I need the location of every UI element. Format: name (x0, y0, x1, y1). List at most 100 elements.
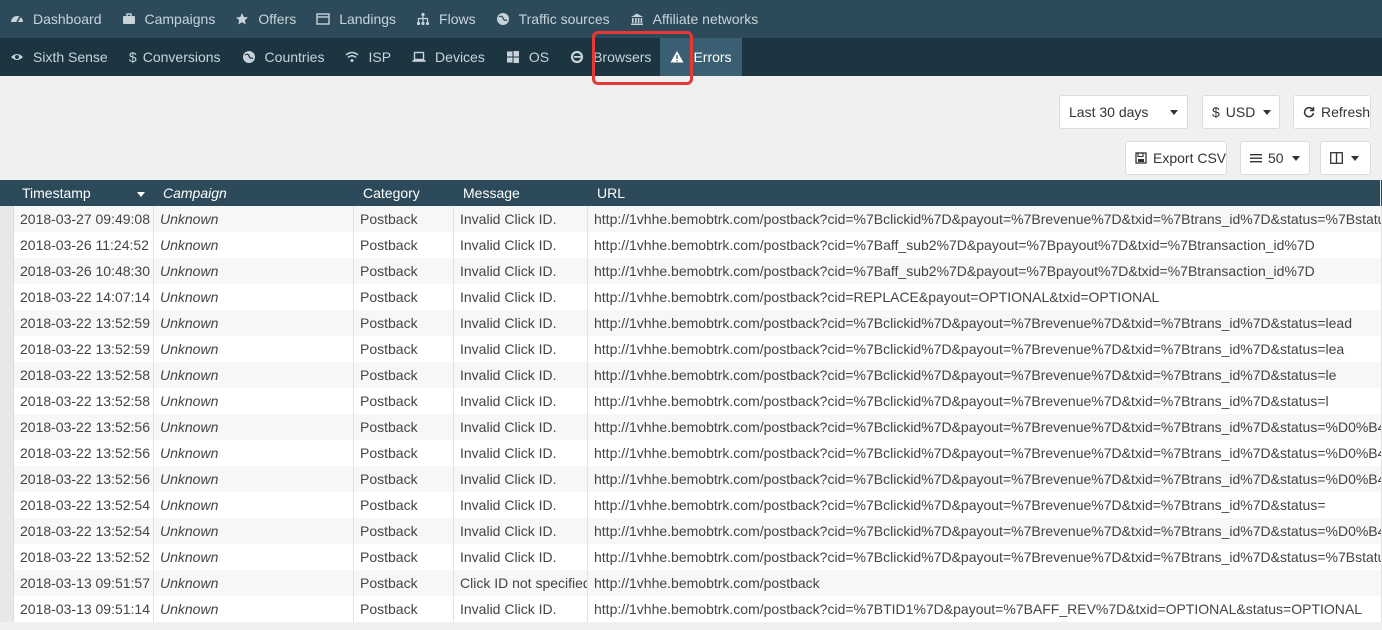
nav-label: OS (528, 49, 550, 65)
bank-icon (630, 12, 644, 26)
column-header-campaign[interactable]: Campaign (153, 180, 353, 206)
campaign-cell: Unknown (154, 284, 354, 310)
timestamp-cell: 2018-03-22 13:52:59 (14, 336, 154, 362)
nav-sixth-sense[interactable]: Sixth Sense (10, 38, 108, 76)
row-handle[interactable] (0, 544, 14, 570)
table-row[interactable]: 2018-03-22 13:52:54 Unknown Postback Invali… (0, 492, 1382, 518)
nav-errors[interactable]: Errors (660, 38, 742, 76)
nav-label: Browsers (593, 49, 652, 65)
row-handle[interactable] (0, 388, 14, 414)
row-handle[interactable] (0, 206, 14, 232)
secondary-nav: Sixth Sense $ Conversions Countries ISP … (0, 38, 1382, 76)
columns-select[interactable] (1320, 141, 1371, 175)
refresh-icon (1303, 106, 1315, 118)
campaign-cell: Unknown (154, 336, 354, 362)
table-row[interactable]: 2018-03-26 10:48:30 Unknown Postback Invali… (0, 258, 1382, 284)
export-csv-button[interactable]: Export CSV (1125, 141, 1227, 175)
table-row[interactable]: 2018-03-22 13:52:59 Unknown Postback Invali… (0, 310, 1382, 336)
table-row[interactable]: 2018-03-22 13:52:56 Unknown Postback Invali… (0, 414, 1382, 440)
timestamp-cell: 2018-03-22 13:52:58 (14, 362, 154, 388)
nav-countries[interactable]: Countries (242, 38, 325, 76)
url-cell: http://1vhhe.bemobtrk.com/postback?cid=%… (588, 544, 1382, 570)
nav-affiliate-networks[interactable]: Affiliate networks (630, 0, 758, 38)
url-cell: http://1vhhe.bemobtrk.com/postback?cid=R… (588, 284, 1382, 310)
nav-dashboard[interactable]: Dashboard (10, 0, 102, 38)
nav-landings[interactable]: Landings (316, 0, 396, 38)
row-handle[interactable] (0, 570, 14, 596)
nav-os[interactable]: OS (506, 38, 549, 76)
category-cell: Postback (354, 232, 454, 258)
row-handle[interactable] (0, 362, 14, 388)
nav-flows[interactable]: Flows (416, 0, 476, 38)
nav-campaigns[interactable]: Campaigns (122, 0, 216, 38)
column-header-timestamp[interactable]: Timestamp (0, 180, 153, 206)
timestamp-cell: 2018-03-26 11:24:52 (14, 232, 154, 258)
row-handle[interactable] (0, 232, 14, 258)
browser-icon (570, 50, 584, 64)
url-cell: http://1vhhe.bemobtrk.com/postback?cid=%… (588, 440, 1382, 466)
campaign-cell: Unknown (154, 544, 354, 570)
row-handle[interactable] (0, 440, 14, 466)
timestamp-cell: 2018-03-13 09:51:57 (14, 570, 154, 596)
message-cell: Invalid Click ID. (454, 284, 588, 310)
message-cell: Invalid Click ID. (454, 362, 588, 388)
date-range-value: Last 30 days (1069, 104, 1149, 120)
campaign-cell: Unknown (154, 466, 354, 492)
nav-offers[interactable]: Offers (235, 0, 296, 38)
row-handle[interactable] (0, 414, 14, 440)
nav-label: Flows (439, 11, 476, 27)
window-icon (316, 12, 330, 26)
column-header-message[interactable]: Message (453, 180, 587, 206)
column-header-url[interactable]: URL (587, 180, 1381, 206)
currency-select[interactable]: $ USD (1202, 95, 1280, 129)
table-row[interactable]: 2018-03-22 13:52:52 Unknown Postback Invali… (0, 544, 1382, 570)
table-row[interactable]: 2018-03-22 13:52:54 Unknown Postback Invali… (0, 518, 1382, 544)
table-row[interactable]: 2018-03-22 13:52:56 Unknown Postback Invali… (0, 440, 1382, 466)
timestamp-cell: 2018-03-22 13:52:54 (14, 492, 154, 518)
row-handle[interactable] (0, 466, 14, 492)
url-cell: http://1vhhe.bemobtrk.com/postback?cid=%… (588, 466, 1382, 492)
table-row[interactable]: 2018-03-22 13:52:58 Unknown Postback Invali… (0, 362, 1382, 388)
nav-isp[interactable]: ISP (345, 38, 391, 76)
campaign-cell: Unknown (154, 388, 354, 414)
nav-conversions[interactable]: $ Conversions (129, 38, 221, 76)
url-cell: http://1vhhe.bemobtrk.com/postback?cid=%… (588, 232, 1382, 258)
export-label: Export CSV (1153, 150, 1227, 166)
table-row[interactable]: 2018-03-26 11:24:52 Unknown Postback Invali… (0, 232, 1382, 258)
nav-label: Campaigns (144, 11, 216, 27)
table-row[interactable]: 2018-03-22 13:52:56 Unknown Postback Invali… (0, 466, 1382, 492)
refresh-label: Refresh (1321, 104, 1371, 120)
date-range-select[interactable]: Last 30 days (1059, 95, 1188, 129)
table-row[interactable]: 2018-03-22 13:52:58 Unknown Postback Invali… (0, 388, 1382, 414)
nav-browsers[interactable]: Browsers (570, 38, 651, 76)
page-size-value: 50 (1268, 150, 1284, 166)
eye-icon (10, 50, 24, 64)
row-handle[interactable] (0, 336, 14, 362)
table-row[interactable]: 2018-03-13 09:51:14 Unknown Postback Invali… (0, 596, 1382, 622)
timestamp-cell: 2018-03-22 13:52:52 (14, 544, 154, 570)
nav-traffic-sources[interactable]: Traffic sources (496, 0, 610, 38)
row-handle[interactable] (0, 284, 14, 310)
refresh-button[interactable]: Refresh (1293, 95, 1371, 129)
campaign-cell: Unknown (154, 414, 354, 440)
campaign-cell: Unknown (154, 570, 354, 596)
nav-label: Countries (264, 49, 325, 65)
row-handle[interactable] (0, 518, 14, 544)
table-row[interactable]: 2018-03-27 09:49:08 Unknown Postback Invali… (0, 206, 1382, 232)
url-cell: http://1vhhe.bemobtrk.com/postback?cid=%… (588, 596, 1382, 622)
table-row[interactable]: 2018-03-13 09:51:57 Unknown Postback Click … (0, 570, 1382, 596)
message-cell: Click ID not specified. (454, 570, 588, 596)
timestamp-cell: 2018-03-22 13:52:59 (14, 310, 154, 336)
url-cell: http://1vhhe.bemobtrk.com/postback?cid=%… (588, 362, 1382, 388)
table-row[interactable]: 2018-03-22 13:52:59 Unknown Postback Invali… (0, 336, 1382, 362)
row-handle[interactable] (0, 258, 14, 284)
category-cell: Postback (354, 284, 454, 310)
table-row[interactable]: 2018-03-22 14:07:14 Unknown Postback Invali… (0, 284, 1382, 310)
column-header-category[interactable]: Category (353, 180, 453, 206)
row-handle[interactable] (0, 310, 14, 336)
row-handle[interactable] (0, 492, 14, 518)
nav-devices[interactable]: Devices (412, 38, 485, 76)
nav-label: Dashboard (33, 11, 102, 27)
row-handle[interactable] (0, 596, 14, 622)
page-size-select[interactable]: 50 (1240, 141, 1310, 175)
